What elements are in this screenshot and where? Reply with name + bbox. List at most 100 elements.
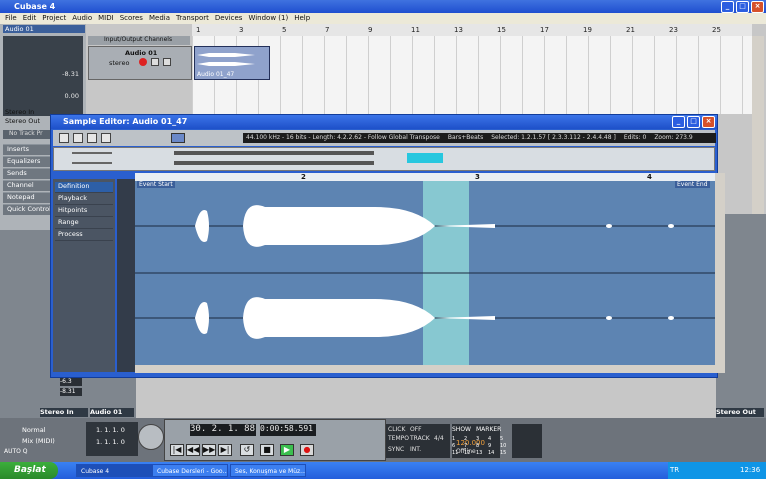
show-label[interactable]: SHOW (452, 426, 471, 433)
track-name[interactable]: Audio 01 (125, 49, 157, 57)
menu-transport[interactable]: Transport (173, 13, 212, 24)
record-mode-mix[interactable]: Mix (MIDI) (22, 437, 82, 447)
menu-help[interactable]: Help (291, 13, 313, 24)
marker-button[interactable]: 4 (488, 436, 491, 442)
maximize-button[interactable]: □ (736, 1, 749, 13)
time-format[interactable]: Bars+Beats (448, 133, 483, 143)
menu-midi[interactable]: MIDI (95, 13, 117, 24)
pencil-tool-icon[interactable] (87, 133, 97, 143)
event-start-marker[interactable]: Event Start (137, 181, 175, 188)
marker-button[interactable]: 3 (476, 436, 479, 442)
forward-icon[interactable]: ▶▶ (202, 444, 216, 456)
language-indicator[interactable]: TR (670, 466, 679, 474)
event-display[interactable] (192, 36, 752, 114)
audio-event[interactable]: Audio 01_47 (194, 46, 270, 80)
sample-close-button[interactable]: × (702, 116, 715, 128)
menu-audio[interactable]: Audio (69, 13, 95, 24)
tempo-value[interactable]: 120.000 (456, 439, 485, 447)
marker-button[interactable]: 1 (452, 436, 455, 442)
mute-icon[interactable] (151, 58, 159, 66)
right-locator[interactable]: 1. 1. 1. 0 (96, 438, 125, 446)
taskbar-sound-settings[interactable]: Ses, Konuşma ve Müz... (230, 464, 306, 477)
sidebar-process[interactable]: Process (55, 230, 113, 241)
marker-button[interactable]: 15 (500, 450, 506, 456)
audition-icon[interactable] (171, 133, 185, 143)
record-mode-normal[interactable]: Normal (22, 426, 82, 436)
sample-editor-title-bar[interactable]: Sample Editor: Audio 01_47 _ □ × (51, 115, 717, 129)
click-label[interactable]: CLICK (388, 426, 405, 433)
minimize-button[interactable]: _ (721, 1, 734, 13)
sidebar-playback[interactable]: Playback (55, 194, 113, 205)
ruler-number: 3 (239, 26, 244, 34)
cycle-icon[interactable]: ↺ (240, 444, 254, 456)
app-title: Cubase 4 (14, 2, 56, 11)
sync-label[interactable]: SYNC (388, 446, 404, 453)
ruler-number: 5 (282, 26, 287, 34)
input-level-readout-2: -8.31 (60, 388, 82, 396)
inspector-output-routing[interactable]: Stereo Out (5, 117, 40, 125)
inspector-volume[interactable]: -8.31 (62, 70, 79, 78)
position-bars[interactable]: 30. 2. 1. 88 (190, 424, 256, 436)
record-enable-icon[interactable] (139, 58, 147, 66)
zoom-level: Zoom: 273.9 (654, 134, 693, 141)
stop-icon[interactable]: ■ (260, 444, 274, 456)
event-end-marker[interactable]: Event End (675, 181, 710, 188)
marker-button[interactable]: 5 (500, 436, 503, 442)
taskbar-browser[interactable]: Cubase Dersleri - Goo... (152, 464, 228, 477)
marker-button[interactable]: 9 (488, 443, 491, 449)
go-to-start-icon[interactable]: |◀ (170, 444, 184, 456)
marker-button[interactable]: 2 (464, 436, 467, 442)
zoom-tool-icon[interactable] (73, 133, 83, 143)
time-signature[interactable]: 4/4 (434, 435, 444, 442)
start-button[interactable]: Başlat (0, 462, 58, 479)
clock[interactable]: 12:36 (740, 466, 760, 474)
sidebar-hitpoints[interactable]: Hitpoints (55, 206, 113, 217)
marker-button[interactable]: 7 (464, 443, 467, 449)
marker-button[interactable]: 6 (452, 443, 455, 449)
overview-selection[interactable] (407, 153, 443, 163)
menu-edit[interactable]: Edit (20, 13, 40, 24)
jog-wheel[interactable] (138, 424, 164, 450)
sidebar-range[interactable]: Range (55, 218, 113, 229)
close-button[interactable]: × (751, 1, 764, 13)
marker-button[interactable]: 13 (476, 450, 482, 456)
menu-scores[interactable]: Scores (117, 13, 146, 24)
marker-button[interactable]: 12 (464, 450, 470, 456)
menu-file[interactable]: File (2, 13, 20, 24)
play-tool-icon[interactable] (101, 133, 111, 143)
inspector-pan[interactable]: 0.00 (65, 92, 79, 100)
sync-source: INT. (410, 446, 422, 453)
folder-track[interactable]: Input/Output Channels (88, 36, 190, 45)
marker-button[interactable]: 10 (500, 443, 506, 449)
sample-minimize-button[interactable]: _ (672, 116, 685, 128)
go-to-end-icon[interactable]: ▶| (218, 444, 232, 456)
play-icon[interactable]: ▶ (280, 444, 294, 456)
read-icon[interactable] (163, 58, 171, 66)
menu-media[interactable]: Media (146, 13, 173, 24)
menu-devices[interactable]: Devices (212, 13, 246, 24)
track-label: TRACK (410, 435, 430, 442)
left-locator[interactable]: 1. 1. 1. 0 (96, 426, 125, 434)
taskbar-cubase[interactable]: Cubase 4 (76, 464, 152, 477)
track-header[interactable]: Audio 01 stereo (88, 46, 192, 80)
sample-maximize-button[interactable]: □ (687, 116, 700, 128)
marker-button[interactable]: 14 (488, 450, 494, 456)
sample-horizontal-scrollbar[interactable] (135, 365, 715, 373)
marker-button[interactable]: 8 (476, 443, 479, 449)
auto-quantize[interactable]: AUTO Q (4, 448, 28, 455)
select-tool-icon[interactable] (59, 133, 69, 143)
tempo-label[interactable]: TEMPO (388, 435, 409, 442)
menu-project[interactable]: Project (39, 13, 69, 24)
sample-format-info: 44.100 kHz - 16 bits - Length: 4.2.2.62 … (246, 134, 440, 141)
inspector-track-name[interactable]: Audio 01 (3, 25, 85, 33)
sidebar-definition[interactable]: Definition (55, 182, 113, 193)
menu-window[interactable]: Window (1) (245, 13, 291, 24)
rewind-icon[interactable]: ◀◀ (186, 444, 200, 456)
marker-button[interactable]: 11 (452, 450, 458, 456)
marker-label[interactable]: MARKER (476, 426, 501, 433)
inspector-input-routing[interactable]: Stereo In (5, 108, 34, 116)
overview-line[interactable] (53, 147, 715, 171)
sample-vertical-scrollbar[interactable] (715, 173, 725, 373)
position-time[interactable]: 0:00:58.591 (260, 424, 316, 436)
record-icon[interactable]: ● (300, 444, 314, 456)
